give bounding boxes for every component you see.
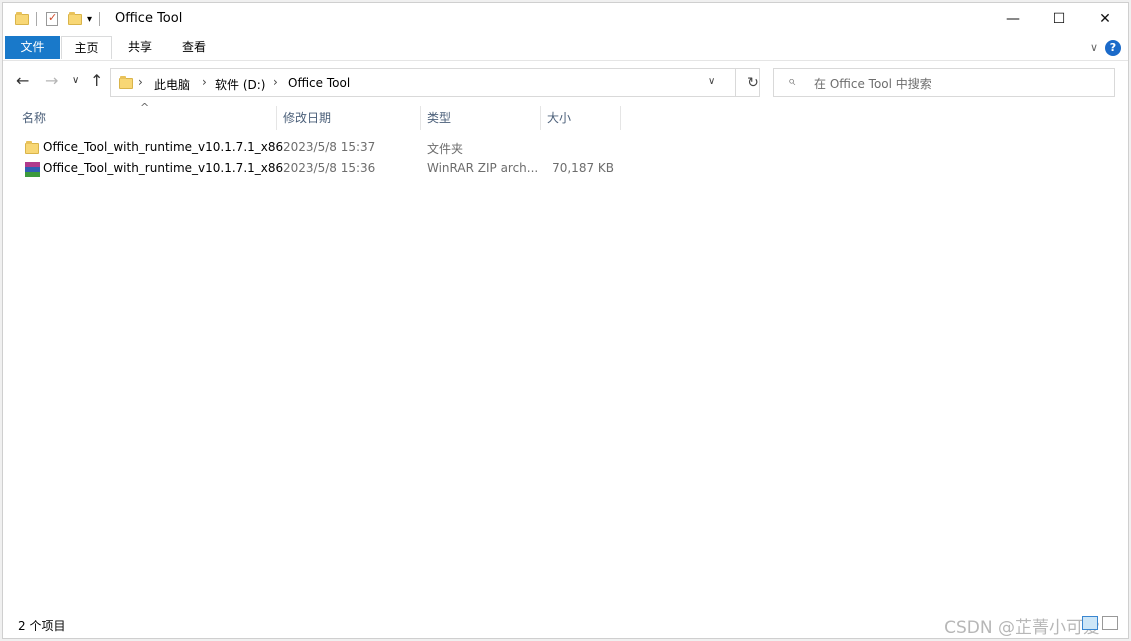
breadcrumb-chevron-icon[interactable]: › <box>202 75 207 89</box>
search-input[interactable] <box>812 73 1106 94</box>
maximize-button[interactable]: ☐ <box>1036 3 1082 35</box>
watermark: CSDN @芷菁小可爱 <box>944 618 1100 638</box>
search-icon: ⌕ <box>788 74 796 89</box>
up-arrow-icon[interactable]: ↑ <box>90 71 103 90</box>
table-row[interactable]: Office_Tool_with_runtime_v10.1.7.1_x86 2… <box>19 158 619 179</box>
tab-file[interactable]: 文件 <box>5 36 60 59</box>
search-box[interactable]: ⌕ <box>773 68 1115 97</box>
column-headers: ^ 名称 修改日期 类型 大小 <box>3 101 1128 132</box>
table-row[interactable]: Office_Tool_with_runtime_v10.1.7.1_x86 2… <box>19 137 619 158</box>
address-bar[interactable]: › 此电脑 › 软件 (D:) › Office Tool ∨ ↻ <box>110 68 760 97</box>
view-toggle <box>1082 616 1118 630</box>
folder-icon <box>15 11 29 25</box>
file-date: 2023/5/8 15:37 <box>283 140 376 154</box>
divider <box>36 12 37 26</box>
close-button[interactable]: ✕ <box>1082 3 1128 35</box>
column-header-name[interactable]: 名称 <box>16 104 276 132</box>
divider <box>99 12 101 26</box>
properties-icon[interactable] <box>46 11 58 26</box>
file-type: WinRAR ZIP arch... <box>427 161 539 175</box>
large-icons-view-icon[interactable] <box>1102 616 1118 630</box>
new-folder-icon[interactable] <box>68 11 82 25</box>
address-dropdown-icon[interactable]: ∨ <box>708 76 715 87</box>
file-type: 文件夹 <box>427 142 464 156</box>
column-header-size[interactable]: 大小 <box>541 104 620 132</box>
customize-qa-dropdown-icon[interactable]: ▾ <box>87 14 92 25</box>
status-item-count: 2 个项目 <box>18 619 66 633</box>
column-header-type[interactable]: 类型 <box>421 104 540 132</box>
file-name: Office_Tool_with_runtime_v10.1.7.1_x86 <box>43 140 284 154</box>
navigation-bar: ← → ∨ ↑ › 此电脑 › 软件 (D:) › Office Tool ∨ … <box>3 61 1128 101</box>
back-arrow-icon[interactable]: ← <box>16 71 29 90</box>
column-header-date[interactable]: 修改日期 <box>277 104 420 132</box>
refresh-icon[interactable]: ↻ <box>735 69 770 96</box>
tab-view[interactable]: 查看 <box>169 36 219 59</box>
folder-icon <box>25 141 39 154</box>
details-view-icon[interactable] <box>1082 616 1098 630</box>
breadcrumb-chevron-icon[interactable]: › <box>273 75 278 89</box>
forward-arrow-icon[interactable]: → <box>45 71 58 90</box>
file-date: 2023/5/8 15:36 <box>283 161 376 175</box>
winrar-icon <box>25 162 40 177</box>
breadcrumb-drive-d[interactable]: 软件 (D:) <box>215 76 265 93</box>
ribbon-tabs: 文件 主页 共享 查看 ∨ ? <box>3 35 1128 61</box>
window-title: Office Tool <box>115 11 183 26</box>
column-divider[interactable] <box>620 106 621 130</box>
breadcrumb-office-tool[interactable]: Office Tool <box>288 76 350 90</box>
recent-locations-chevron-icon[interactable]: ∨ <box>72 75 79 86</box>
title-bar: ▾ Office Tool — ☐ ✕ <box>3 3 1128 35</box>
breadcrumb-this-pc[interactable]: 此电脑 <box>154 76 190 93</box>
expand-ribbon-chevron-icon[interactable]: ∨ <box>1090 41 1098 54</box>
tab-home[interactable]: 主页 <box>61 36 112 59</box>
help-icon[interactable]: ? <box>1105 40 1121 56</box>
minimize-button[interactable]: — <box>990 3 1036 35</box>
explorer-window: ▾ Office Tool — ☐ ✕ 文件 主页 共享 查看 ∨ ? ← → … <box>2 2 1129 639</box>
tab-share[interactable]: 共享 <box>115 36 165 59</box>
file-name: Office_Tool_with_runtime_v10.1.7.1_x86 <box>43 161 284 175</box>
folder-icon <box>119 76 133 89</box>
breadcrumb-chevron-icon[interactable]: › <box>138 75 143 89</box>
quick-access-toolbar: ▾ <box>15 9 101 29</box>
file-size: 70,187 KB <box>552 161 614 175</box>
